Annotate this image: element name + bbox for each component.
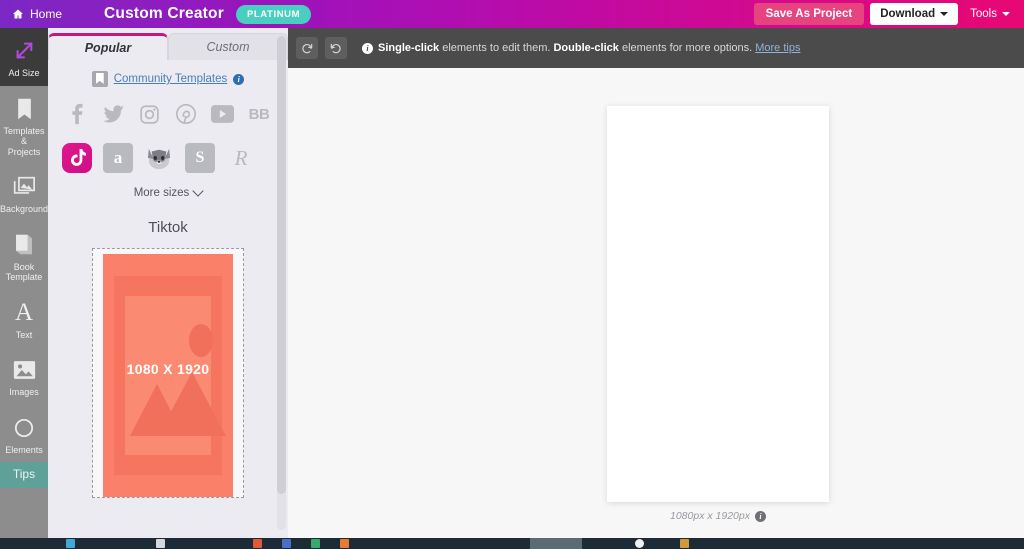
home-label: Home [30, 7, 62, 21]
circle-icon [0, 414, 48, 442]
tools-button[interactable]: Tools [966, 8, 1024, 20]
design-artboard[interactable] [607, 106, 829, 502]
platform-icon-row-2: a S [62, 143, 274, 173]
chevron-down-icon [1002, 12, 1010, 16]
tiktok-icon[interactable] [62, 143, 92, 173]
info-icon: i [362, 43, 373, 54]
picture-icon [0, 356, 48, 384]
youtube-icon[interactable] [208, 99, 238, 129]
tools-label: Tools [970, 8, 997, 20]
taskbar-icon-1[interactable] [66, 539, 75, 548]
taskbar-active-window[interactable] [530, 538, 582, 549]
platform-icon-grid: BB a [48, 99, 288, 173]
letter-a-icon: A [0, 299, 48, 327]
sun-shape-icon [189, 324, 213, 357]
sidebar-item-label: Ad Size [0, 68, 48, 79]
pinterest-icon[interactable] [171, 99, 201, 129]
tab-custom[interactable]: Custom [168, 33, 288, 60]
section-title: Tiktok [48, 219, 288, 236]
facebook-icon[interactable] [62, 99, 92, 129]
sidebar-item-text[interactable]: A Text [0, 290, 48, 348]
sidebar-item-label: Book Template [0, 262, 48, 283]
template-preview: 1080 X 1920 [103, 254, 233, 497]
sidebar-item-label: Elements [0, 445, 48, 456]
tip-text-2: elements for more options. [619, 42, 755, 54]
tips-button[interactable]: Tips [0, 462, 48, 488]
chevron-down-icon [193, 185, 204, 196]
more-sizes-label: More sizes [134, 187, 190, 199]
sidebar-item-background[interactable]: Background [0, 164, 48, 222]
dog-face-icon[interactable] [144, 143, 174, 173]
book-icon [0, 231, 48, 259]
more-sizes-button[interactable]: More sizes [48, 187, 288, 199]
taskbar-icon-7[interactable] [635, 539, 644, 548]
resize-arrows-icon [0, 37, 48, 65]
info-icon[interactable]: i [233, 74, 244, 85]
tip-bold-single-click: Single-click [378, 42, 439, 54]
template-thumbnail[interactable]: 1080 X 1920 [92, 248, 244, 498]
download-button[interactable]: Download [870, 3, 958, 25]
templates-panel: Popular Custom Community Templates i [48, 28, 288, 538]
bookmark-icon [92, 71, 108, 87]
taskbar-icon-3[interactable] [253, 539, 262, 548]
instagram-icon[interactable] [135, 99, 165, 129]
sidebar-item-ad-size[interactable]: Ad Size [0, 28, 48, 86]
redo-button[interactable] [325, 37, 347, 59]
left-tool-rail: Ad Size Templates & Projects Background [0, 28, 48, 549]
community-templates-row[interactable]: Community Templates i [48, 71, 288, 87]
script-r-icon[interactable]: R [226, 143, 256, 173]
tab-popular[interactable]: Popular [48, 33, 168, 60]
app-root: Home Custom Creator PLATINUM Save As Pro… [0, 0, 1024, 549]
header-actions: Save As Project Download Tools [754, 0, 1024, 28]
taskbar-icon-4[interactable] [282, 539, 291, 548]
home-icon [12, 8, 24, 20]
bb-icon[interactable]: BB [244, 99, 274, 129]
sidebar-item-book-template[interactable]: Book Template [0, 222, 48, 290]
panel-scrollbar-thumb[interactable] [277, 36, 286, 494]
page-title: Custom Creator [104, 5, 224, 23]
sidebar-item-images[interactable]: Images [0, 347, 48, 405]
canvas-toolbar: i Single-click elements to edit them. Do… [288, 28, 1024, 68]
artboard-size-caption: 1080px x 1920px i [607, 510, 829, 522]
taskbar-icon-8[interactable] [680, 539, 689, 548]
community-templates-link[interactable]: Community Templates [114, 73, 228, 85]
amazon-icon[interactable]: a [103, 143, 133, 173]
taskbar-icon-6[interactable] [340, 539, 349, 548]
sidebar-item-templates-projects[interactable]: Templates & Projects [0, 86, 48, 165]
panel-tabs: Popular Custom [48, 28, 288, 60]
tip-text-1: elements to edit them. [439, 42, 553, 54]
shopify-s-icon[interactable]: S [185, 143, 215, 173]
app-header: Home Custom Creator PLATINUM Save As Pro… [0, 0, 1024, 28]
tips-label: Tips [0, 469, 48, 480]
download-label: Download [880, 3, 935, 25]
canvas-workspace: i Single-click elements to edit them. Do… [288, 28, 1024, 538]
sidebar-item-label: Background [0, 204, 48, 215]
os-taskbar [0, 538, 1024, 549]
panel-scrollbar[interactable] [277, 36, 286, 530]
save-as-project-button[interactable]: Save As Project [754, 3, 865, 25]
canvas-tip-message: i Single-click elements to edit them. Do… [362, 42, 800, 54]
mountain-large-icon [158, 372, 226, 436]
undo-button[interactable] [296, 37, 318, 59]
taskbar-icon-2[interactable] [156, 539, 165, 548]
template-dimension-label: 1080 X 1920 [103, 361, 233, 377]
twitter-icon[interactable] [98, 99, 128, 129]
sidebar-item-label: Images [0, 387, 48, 398]
platform-icon-row-1: BB [62, 99, 274, 129]
info-icon[interactable]: i [755, 511, 766, 522]
sidebar-item-label: Templates & Projects [0, 126, 48, 158]
sidebar-item-elements[interactable]: Elements [0, 405, 48, 463]
more-tips-link[interactable]: More tips [755, 42, 800, 54]
bookmark-icon [0, 95, 48, 123]
artboard-size-label: 1080px x 1920px [670, 510, 750, 522]
tip-bold-double-click: Double-click [553, 42, 618, 54]
taskbar-icon-5[interactable] [311, 539, 320, 548]
plan-badge: PLATINUM [236, 5, 311, 24]
chevron-down-icon [940, 12, 948, 16]
home-button[interactable]: Home [0, 0, 76, 28]
sidebar-item-label: Text [0, 330, 48, 341]
images-stack-icon [0, 173, 48, 201]
